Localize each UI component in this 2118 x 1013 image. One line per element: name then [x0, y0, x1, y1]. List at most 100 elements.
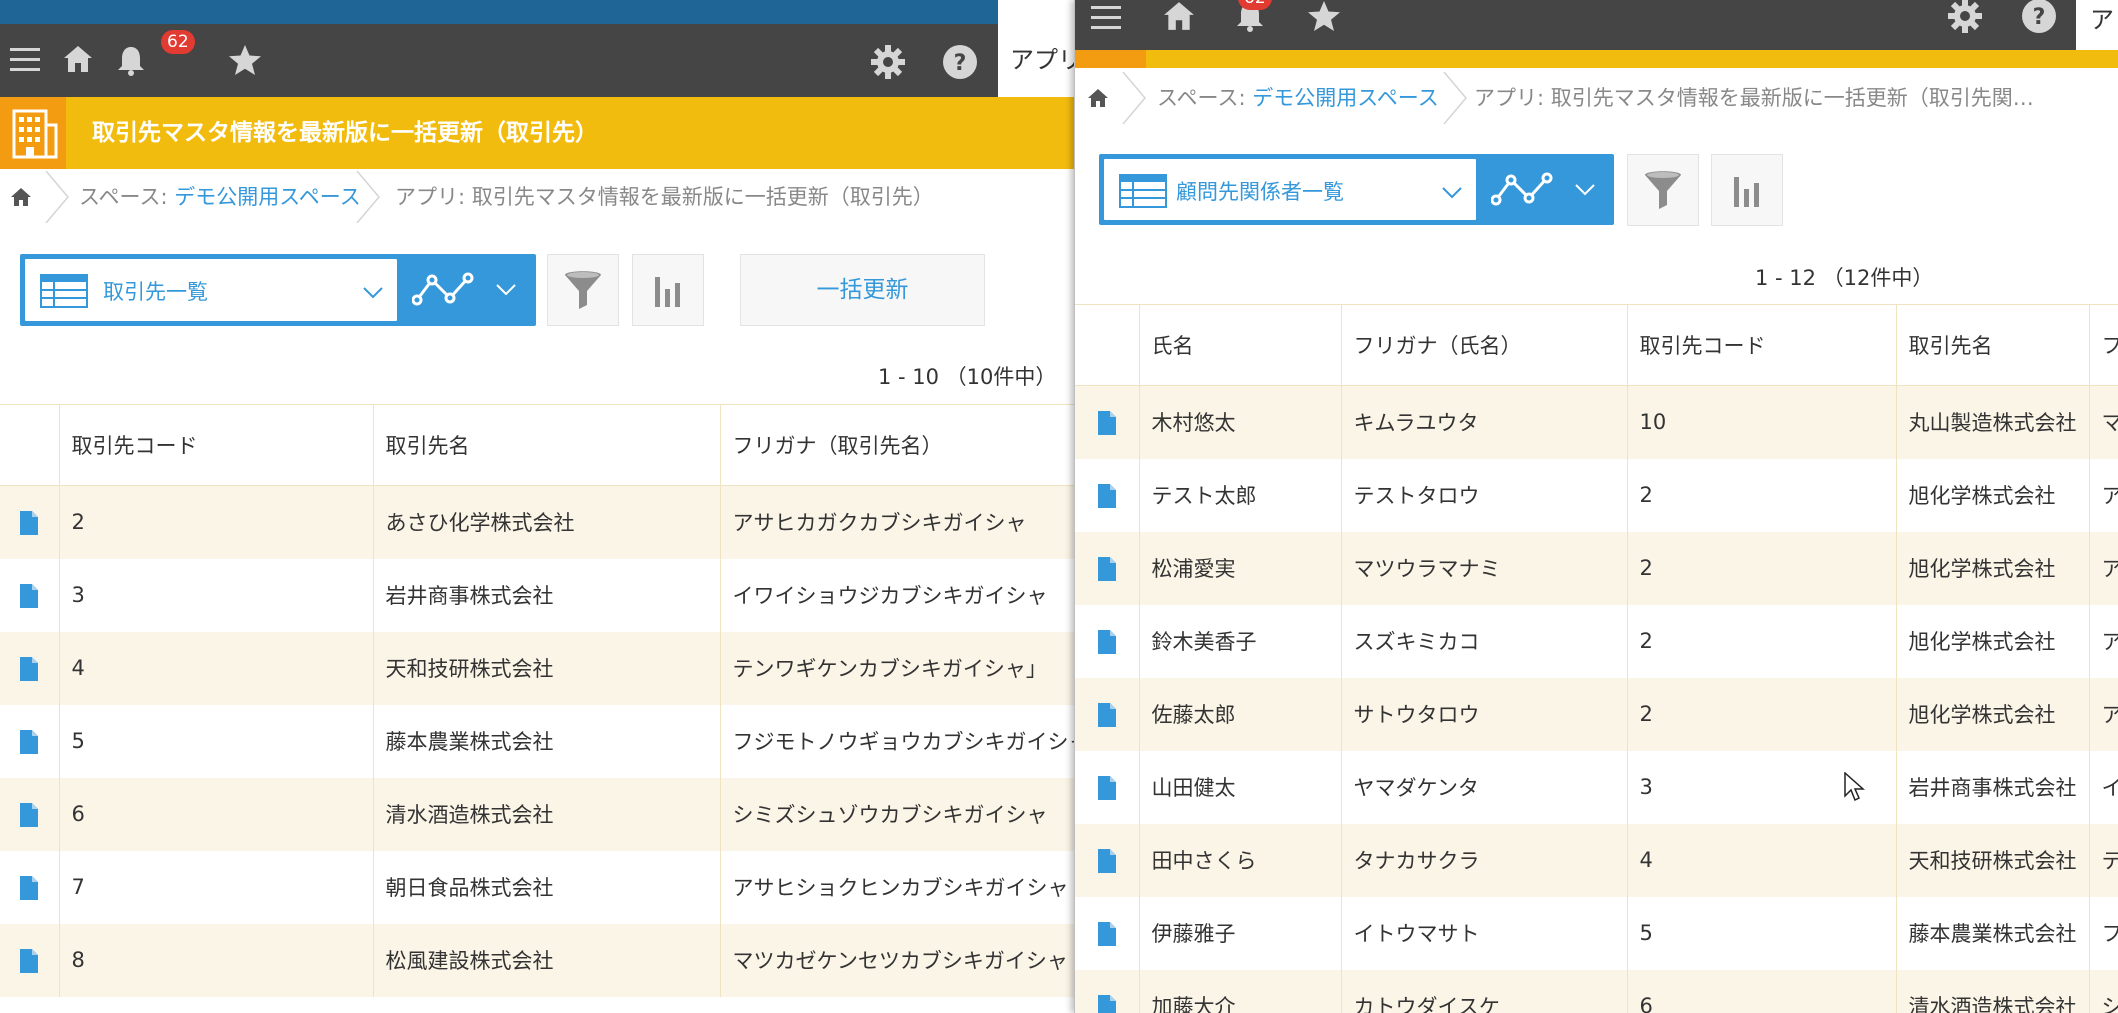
document-icon[interactable]: [1097, 921, 1116, 946]
app-icon: [0, 97, 66, 169]
document-icon[interactable]: [1097, 629, 1116, 654]
table-row[interactable]: 松浦愛実マツウラマナミ2旭化学株式会社ア: [1075, 531, 2118, 605]
home-icon[interactable]: [10, 187, 32, 207]
table-row[interactable]: 4 天和技研株式会社 テンワギケンカブシキガイシャ」: [0, 631, 1074, 705]
breadcrumb-space[interactable]: スペース: デモ公開用スペース: [79, 169, 361, 225]
chart-button[interactable]: [632, 254, 704, 326]
column-header[interactable]: フ: [2089, 304, 2118, 386]
home-icon[interactable]: [63, 44, 93, 74]
table-row[interactable]: 5 藤本農業株式会社 フジモトノウギョウカブシキガイシャ: [0, 704, 1074, 778]
table-row[interactable]: 2 あさひ化学株式会社 アサヒカガクカブシキガイシャ: [0, 485, 1074, 559]
bulk-update-button[interactable]: 一括更新: [740, 254, 985, 326]
record-detail-cell[interactable]: [0, 850, 60, 924]
record-count: 1 - 10 （10件中）: [878, 365, 1057, 389]
document-icon[interactable]: [1097, 702, 1116, 727]
view-selector[interactable]: 取引先一覧: [20, 254, 536, 326]
table-cell: ア: [2089, 531, 2118, 605]
document-icon[interactable]: [20, 510, 39, 535]
breadcrumb-space[interactable]: スペース: デモ公開用スペース: [1157, 70, 1439, 126]
view-dropdown[interactable]: 顧問先関係者一覧: [1104, 159, 1476, 220]
column-header[interactable]: 取引先名: [373, 404, 721, 486]
bell-icon[interactable]: [116, 44, 146, 76]
home-icon[interactable]: [1163, 0, 1195, 32]
view-selector[interactable]: 顧問先関係者一覧: [1099, 154, 1614, 225]
table-row[interactable]: 山田健太ヤマダケンタ3岩井商事株式会社イ: [1075, 750, 2118, 824]
record-detail-cell[interactable]: [0, 777, 60, 851]
document-icon[interactable]: [1097, 994, 1116, 1013]
document-icon[interactable]: [1097, 848, 1116, 873]
table-row[interactable]: 3 岩井商事株式会社 イワイショウジカブシキガイシャ: [0, 558, 1074, 632]
table-row[interactable]: 木村悠太キムラユウタ10丸山製造株式会社マ: [1075, 385, 2118, 459]
record-detail-cell[interactable]: [1075, 531, 1140, 605]
record-detail-cell[interactable]: [1075, 677, 1140, 751]
table-row[interactable]: 鈴木美香子スズキミカコ2旭化学株式会社ア: [1075, 604, 2118, 678]
record-detail-cell[interactable]: [1075, 604, 1140, 678]
tab-app[interactable]: ア: [2076, 0, 2118, 50]
chart-button[interactable]: [1711, 154, 1783, 226]
document-icon[interactable]: [20, 802, 39, 827]
column-header-spacer: [1075, 304, 1140, 386]
table-row[interactable]: 佐藤太郎サトウタロウ2旭化学株式会社ア: [1075, 677, 2118, 751]
star-icon[interactable]: [1307, 0, 1341, 32]
filter-button[interactable]: [547, 254, 619, 326]
record-detail-cell[interactable]: [0, 485, 60, 559]
document-icon[interactable]: [20, 875, 39, 900]
help-icon[interactable]: ?: [942, 44, 978, 80]
record-detail-cell[interactable]: [0, 631, 60, 705]
record-detail-cell[interactable]: [1075, 458, 1140, 532]
table-row[interactable]: 8 松風建設株式会社 マツカゼケンセツカブシキガイシャ: [0, 923, 1074, 997]
table-cell: ヤマダケンタ: [1341, 750, 1628, 824]
record-detail-cell[interactable]: [1075, 896, 1140, 970]
document-icon[interactable]: [20, 948, 39, 973]
record-detail-cell[interactable]: [1075, 385, 1140, 459]
document-icon[interactable]: [1097, 410, 1116, 435]
gear-icon[interactable]: [1947, 0, 1983, 34]
graph-icon: [1491, 172, 1553, 206]
table-cell: シ: [2089, 969, 2118, 1013]
document-icon[interactable]: [1097, 483, 1116, 508]
column-header[interactable]: フリガナ（取引先名）: [720, 404, 1074, 486]
record-detail-cell[interactable]: [1075, 750, 1140, 824]
hamburger-icon[interactable]: [1091, 2, 1121, 32]
document-icon[interactable]: [20, 583, 39, 608]
table-cell: シミズシュゾウカブシキガイシャ: [720, 777, 1074, 851]
column-header[interactable]: 取引先コード: [59, 404, 374, 486]
document-icon[interactable]: [20, 656, 39, 681]
document-icon[interactable]: [1097, 775, 1116, 800]
column-header[interactable]: 取引先名: [1896, 304, 2090, 386]
table-cell: アサヒカガクカブシキガイシャ: [720, 485, 1074, 559]
notification-badge: 62: [161, 30, 195, 54]
hamburger-icon[interactable]: [10, 46, 40, 74]
table-row[interactable]: 田中さくらタナカサクラ4天和技研株式会社テ: [1075, 823, 2118, 897]
record-detail-cell[interactable]: [1075, 823, 1140, 897]
table-row[interactable]: 加藤大介カトウダイスケ6清水酒造株式会社シ: [1075, 969, 2118, 1013]
table-cell: フ: [2089, 896, 2118, 970]
table-row[interactable]: 6 清水酒造株式会社 シミズシュゾウカブシキガイシャ: [0, 777, 1074, 851]
help-icon[interactable]: ?: [2021, 0, 2057, 34]
table-row[interactable]: 伊藤雅子イトウマサト5藤本農業株式会社フ: [1075, 896, 2118, 970]
record-detail-cell[interactable]: [0, 558, 60, 632]
filter-button[interactable]: [1627, 154, 1699, 226]
table-row[interactable]: 7 朝日食品株式会社 アサヒショクヒンカブシキガイシャ: [0, 850, 1074, 924]
star-icon[interactable]: [228, 44, 262, 76]
table-cell: テストタロウ: [1341, 458, 1628, 532]
document-icon[interactable]: [20, 729, 39, 754]
record-detail-cell[interactable]: [0, 704, 60, 778]
record-detail-cell[interactable]: [0, 923, 60, 997]
column-header[interactable]: フリガナ（氏名）: [1341, 304, 1628, 386]
gear-icon[interactable]: [870, 44, 906, 80]
table-row[interactable]: テスト太郎テストタロウ2旭化学株式会社ア: [1075, 458, 2118, 532]
document-icon[interactable]: [1097, 556, 1116, 581]
breadcrumb-app[interactable]: アプリ: 取引先マスタ情報を最新版に一括更新（取引先関…: [1474, 70, 2034, 126]
home-icon[interactable]: [1087, 88, 1109, 108]
record-detail-cell[interactable]: [1075, 969, 1140, 1013]
breadcrumb-app[interactable]: アプリ: 取引先マスタ情報を最新版に一括更新（取引先）: [395, 169, 934, 225]
column-header[interactable]: 氏名: [1139, 304, 1342, 386]
tab-app[interactable]: アプリ: [998, 24, 1074, 97]
right-window: 62 ? ア スペース: デモ公開用スペース アプリ: 取引先マスタ情報を最新版…: [1074, 0, 2118, 1013]
view-dropdown[interactable]: 取引先一覧: [25, 259, 397, 321]
column-header[interactable]: 取引先コード: [1627, 304, 1897, 386]
table-cell: 山田健太: [1139, 750, 1342, 824]
table-cell: 天和技研株式会社: [1896, 823, 2090, 897]
app-title: 取引先マスタ情報を最新版に一括更新（取引先）: [92, 120, 598, 146]
